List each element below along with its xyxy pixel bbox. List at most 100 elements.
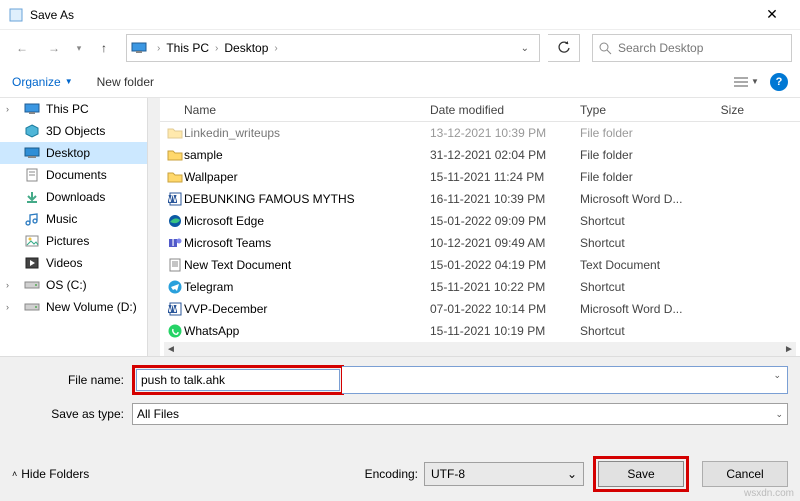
sidebar-item-documents[interactable]: Documents (0, 164, 160, 186)
back-button[interactable]: ← (8, 34, 36, 62)
col-type[interactable]: Type (580, 103, 710, 117)
help-button[interactable]: ? (770, 73, 788, 91)
forward-button[interactable]: → (40, 34, 68, 62)
vid-icon (24, 255, 40, 271)
sidebar-item-music[interactable]: Music (0, 208, 160, 230)
search-input[interactable]: Search Desktop (592, 34, 792, 62)
organize-button[interactable]: Organize ▼ (12, 75, 73, 89)
file-type: File folder (580, 170, 710, 184)
file-pane: Name Date modified Type Size Linkedin_wr… (160, 98, 800, 356)
file-row[interactable]: Wallpaper15-11-2021 11:24 PMFile folder (160, 166, 800, 188)
file-row[interactable]: TMicrosoft Teams10-12-2021 09:49 AMShort… (160, 232, 800, 254)
sidebar-item-label: Documents (46, 168, 107, 182)
file-type: File folder (580, 126, 710, 140)
music-icon (24, 211, 40, 227)
chevron-down-icon: ⌄ (775, 409, 783, 420)
hide-folders-button[interactable]: ˄ Hide Folders (12, 467, 89, 481)
up-button[interactable]: ↑ (90, 34, 118, 62)
address-bar[interactable]: › This PC › Desktop › ⌄ (126, 34, 540, 62)
col-size[interactable]: Size (710, 103, 750, 117)
cancel-button[interactable]: Cancel (702, 461, 788, 487)
expand-icon[interactable]: › (6, 302, 16, 312)
file-row[interactable]: Linkedin_writeups13-12-2021 10:39 PMFile… (160, 122, 800, 144)
savetype-select[interactable]: All Files ⌄ (132, 403, 788, 425)
filename-highlight (132, 365, 344, 395)
file-type: Microsoft Word D... (580, 302, 710, 316)
expand-icon[interactable]: › (6, 104, 16, 114)
sidebar-item-downloads[interactable]: Downloads (0, 186, 160, 208)
file-date: 15-11-2021 11:24 PM (430, 170, 580, 184)
file-row[interactable]: WDEBUNKING FAMOUS MYTHS16-11-2021 10:39 … (160, 188, 800, 210)
chevron-down-icon[interactable]: ⌄ (773, 370, 781, 381)
sidebar-item-3d-objects[interactable]: 3D Objects (0, 120, 160, 142)
svg-text:W: W (168, 302, 179, 315)
file-name: WhatsApp (184, 324, 430, 338)
breadcrumb-folder[interactable]: Desktop (222, 41, 270, 55)
sidebar: › This PC 3D ObjectsDesktop Documents Downlo… (0, 98, 160, 356)
drive-icon (24, 299, 40, 315)
refresh-button[interactable] (548, 34, 580, 62)
doc-icon (24, 167, 40, 183)
file-row[interactable]: New Text Document15-01-2022 04:19 PMText… (160, 254, 800, 276)
file-row[interactable]: WVVP-December07-01-2022 10:14 PMMicrosof… (160, 298, 800, 320)
expand-icon[interactable]: › (6, 280, 16, 290)
sidebar-item-os-c-[interactable]: › OS (C:) (0, 274, 160, 296)
3d-icon (24, 123, 40, 139)
sidebar-item-label: Videos (46, 256, 82, 270)
file-row[interactable]: Telegram15-11-2021 10:22 PMShortcut (160, 276, 800, 298)
history-dropdown[interactable]: ▾ (72, 43, 86, 54)
address-dropdown[interactable]: ⌄ (515, 43, 535, 54)
sidebar-item-this-pc[interactable]: › This PC (0, 98, 160, 120)
file-row[interactable]: sample31-12-2021 02:04 PMFile folder (160, 144, 800, 166)
file-date: 15-11-2021 10:22 PM (430, 280, 580, 294)
file-date: 31-12-2021 02:04 PM (430, 148, 580, 162)
filename-input[interactable] (136, 369, 340, 391)
file-date: 13-12-2021 10:39 PM (430, 126, 580, 140)
folder-icon (166, 127, 184, 139)
sidebar-item-label: OS (C:) (46, 278, 87, 292)
col-name[interactable]: Name (160, 103, 430, 117)
view-button[interactable]: ▼ (730, 72, 762, 92)
search-icon (599, 42, 612, 55)
encoding-select[interactable]: UTF-8 ⌄ (424, 462, 584, 486)
sidebar-item-new-volume-d-[interactable]: › New Volume (D:) (0, 296, 160, 318)
file-name: Linkedin_writeups (184, 126, 430, 140)
sidebar-item-desktop[interactable]: Desktop (0, 142, 160, 164)
close-button[interactable]: ✕ (752, 6, 792, 23)
window-title: Save As (30, 8, 752, 22)
file-date: 16-11-2021 10:39 PM (430, 192, 580, 206)
file-date: 07-01-2022 10:14 PM (430, 302, 580, 316)
chevron-up-icon: ˄ (12, 469, 17, 479)
col-date[interactable]: Date modified (430, 103, 580, 117)
sidebar-item-label: New Volume (D:) (46, 300, 137, 314)
file-row[interactable]: WhatsApp15-11-2021 10:19 PMShortcut (160, 320, 800, 342)
folder-icon (166, 149, 184, 161)
scroll-right-icon[interactable]: ► (782, 344, 796, 355)
breadcrumb-root[interactable]: This PC (164, 41, 211, 55)
file-name: Microsoft Edge (184, 214, 430, 228)
filename-input-extension[interactable]: ⌄ (342, 366, 788, 394)
pc-icon (131, 40, 147, 56)
sidebar-item-label: Downloads (46, 190, 105, 204)
save-button[interactable]: Save (598, 461, 684, 487)
file-date: 10-12-2021 09:49 AM (430, 236, 580, 250)
new-folder-button[interactable]: New folder (97, 75, 154, 89)
file-name: DEBUNKING FAMOUS MYTHS (184, 192, 430, 206)
horizontal-scrollbar[interactable]: ◄ ► (164, 342, 796, 356)
file-row[interactable]: Microsoft Edge15-01-2022 09:09 PMShortcu… (160, 210, 800, 232)
sidebar-item-label: Pictures (46, 234, 89, 248)
whatsapp-icon (166, 324, 184, 338)
file-name: Telegram (184, 280, 430, 294)
nav-bar: ← → ▾ ↑ › This PC › Desktop › ⌄ Search D… (0, 30, 800, 66)
sidebar-item-pictures[interactable]: Pictures (0, 230, 160, 252)
watermark: wsxdn.com (744, 488, 794, 499)
scroll-left-icon[interactable]: ◄ (164, 344, 178, 355)
sidebar-scrollbar[interactable] (149, 102, 159, 182)
sidebar-item-label: This PC (46, 102, 89, 116)
sidebar-item-videos[interactable]: Videos (0, 252, 160, 274)
search-placeholder: Search Desktop (618, 41, 703, 55)
word-icon: W (166, 192, 184, 206)
toolbar: Organize ▼ New folder ▼ ? (0, 66, 800, 98)
down-icon (24, 189, 40, 205)
file-type: File folder (580, 148, 710, 162)
